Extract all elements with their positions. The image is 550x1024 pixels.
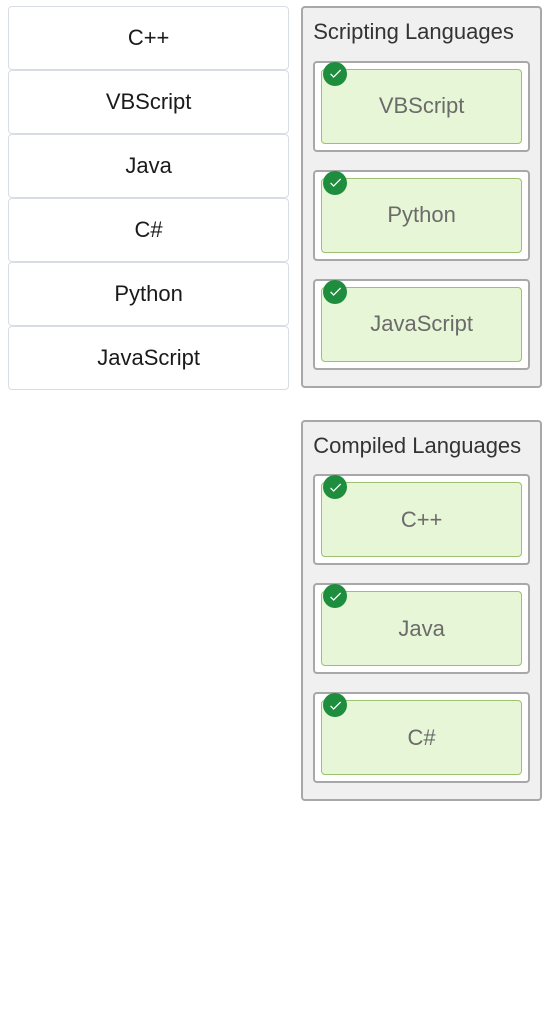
dropped-item-vbscript[interactable]: VBScript <box>321 69 522 144</box>
source-item-label: VBScript <box>106 89 192 115</box>
source-item-csharp[interactable]: C# <box>8 198 289 262</box>
source-item-java[interactable]: Java <box>8 134 289 198</box>
dropped-item-cpp[interactable]: C++ <box>321 482 522 557</box>
dropped-wrapper[interactable]: VBScript <box>313 61 530 152</box>
dropped-item-java[interactable]: Java <box>321 591 522 666</box>
source-item-cpp[interactable]: C++ <box>8 6 289 70</box>
dropped-wrapper[interactable]: C++ <box>313 474 530 565</box>
dropped-wrapper[interactable]: C# <box>313 692 530 783</box>
dropped-item-csharp[interactable]: C# <box>321 700 522 775</box>
drop-zone-scripting[interactable]: Scripting Languages VBScript Python <box>301 6 542 388</box>
check-icon <box>323 280 347 304</box>
check-icon <box>323 171 347 195</box>
drop-zones: Scripting Languages VBScript Python <box>301 6 542 801</box>
dropped-item-label: Python <box>387 202 456 228</box>
drop-zone-title: Scripting Languages <box>313 18 530 47</box>
source-item-label: JavaScript <box>97 345 200 371</box>
source-item-javascript[interactable]: JavaScript <box>8 326 289 390</box>
dropped-item-label: Java <box>398 616 444 642</box>
source-item-python[interactable]: Python <box>8 262 289 326</box>
dropped-wrapper[interactable]: Python <box>313 170 530 261</box>
drop-zone-title: Compiled Languages <box>313 432 530 461</box>
source-item-label: Java <box>125 153 171 179</box>
dropped-item-label: C++ <box>401 507 443 533</box>
dropped-item-python[interactable]: Python <box>321 178 522 253</box>
dropped-item-label: JavaScript <box>370 311 473 337</box>
dropped-wrapper[interactable]: Java <box>313 583 530 674</box>
source-item-label: C# <box>135 217 163 243</box>
dropped-wrapper[interactable]: JavaScript <box>313 279 530 370</box>
source-item-vbscript[interactable]: VBScript <box>8 70 289 134</box>
drag-drop-container: C++ VBScript Java C# Python JavaScript S… <box>0 0 550 807</box>
dropped-item-label: VBScript <box>379 93 465 119</box>
dropped-item-javascript[interactable]: JavaScript <box>321 287 522 362</box>
check-icon <box>323 62 347 86</box>
dropped-item-label: C# <box>408 725 436 751</box>
source-list: C++ VBScript Java C# Python JavaScript <box>8 6 289 801</box>
drop-zone-compiled[interactable]: Compiled Languages C++ Java <box>301 420 542 802</box>
source-item-label: C++ <box>128 25 170 51</box>
source-item-label: Python <box>114 281 183 307</box>
